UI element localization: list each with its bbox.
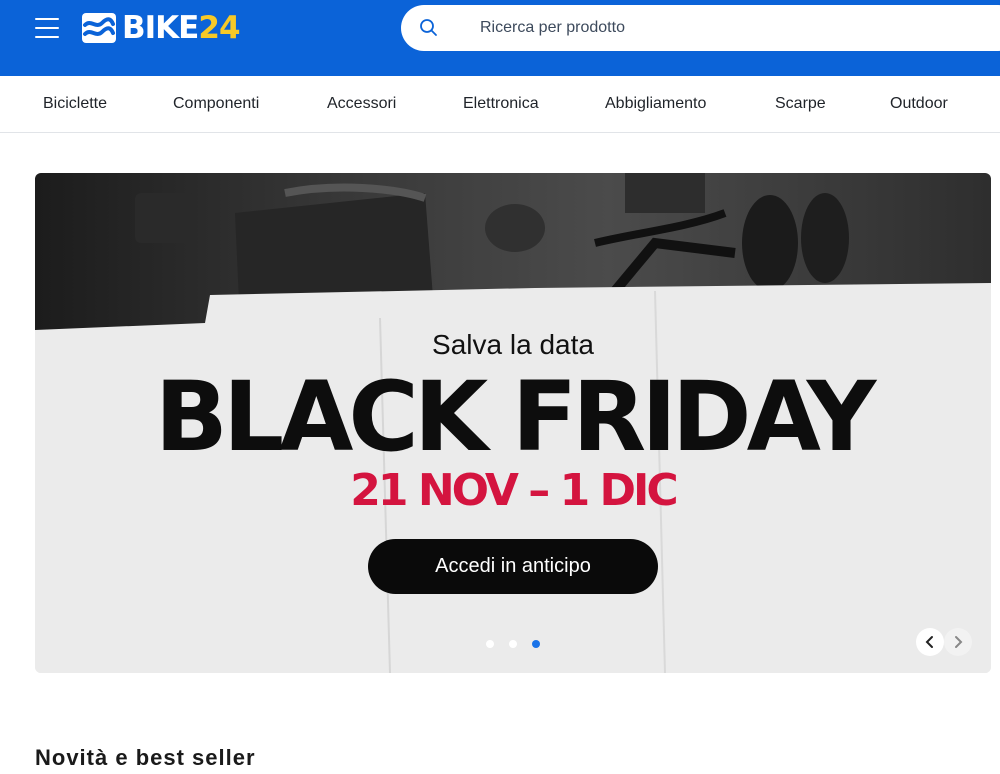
early-access-button[interactable]: Accedi in anticipo (368, 539, 658, 594)
logo-wordmark: BIKE24 (122, 9, 241, 46)
carousel-next-button[interactable] (944, 628, 972, 656)
carousel-dot-active[interactable] (532, 640, 540, 648)
logo-icon (82, 13, 116, 43)
nav-item-scarpe[interactable]: Scarpe (775, 95, 826, 113)
nav-item-outdoor[interactable]: Outdoor (890, 95, 948, 113)
search-icon[interactable] (419, 18, 439, 38)
site-logo[interactable]: BIKE24 (82, 9, 241, 46)
hero-banner[interactable]: Salva la data BLACK FRIDAY 21 NOV – 1 DI… (35, 173, 991, 673)
hero-dates: 21 NOV – 1 DIC (350, 465, 678, 516)
carousel-pagination (35, 640, 991, 648)
search-input[interactable] (480, 5, 980, 51)
nav-item-componenti[interactable]: Componenti (173, 95, 259, 113)
logo-text-accent: 24 (198, 9, 240, 46)
carousel-prev-button[interactable] (916, 628, 944, 656)
hero-kicker: Salva la data (432, 329, 594, 360)
nav-item-abbigliamento[interactable]: Abbigliamento (605, 95, 706, 113)
menu-icon[interactable] (35, 16, 59, 40)
nav-item-biciclette[interactable]: Biciclette (43, 95, 107, 113)
logo-text-main: BIKE (122, 9, 199, 46)
search-box[interactable] (401, 5, 1000, 51)
chevron-right-icon (955, 636, 963, 648)
nav-item-accessori[interactable]: Accessori (327, 95, 396, 113)
carousel-dot[interactable] (509, 640, 517, 648)
header-bar: BIKE24 (0, 0, 1000, 76)
carousel-dot[interactable] (486, 640, 494, 648)
chevron-left-icon (925, 636, 933, 648)
section-title-new-bestsellers: Novità e best seller (35, 745, 256, 770)
hero-title: BLACK FRIDAY (154, 361, 876, 473)
category-nav: Biciclette Componenti Accessori Elettron… (0, 76, 1000, 133)
nav-item-elettronica[interactable]: Elettronica (463, 95, 539, 113)
